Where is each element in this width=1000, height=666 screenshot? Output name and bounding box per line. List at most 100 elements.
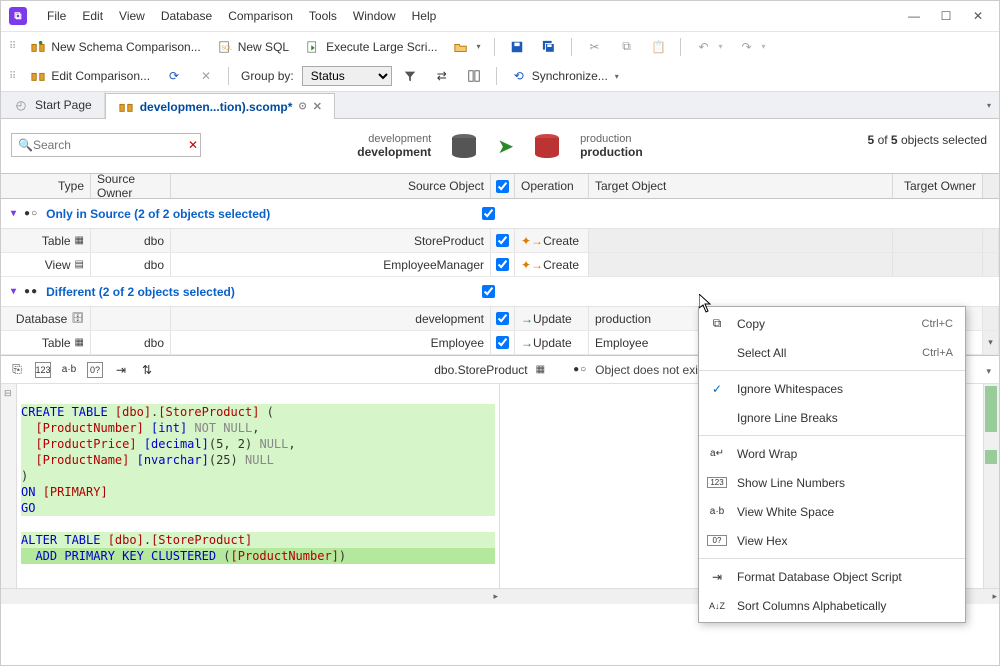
tabs-overflow-button[interactable]: ▾ [987,101,991,110]
grip-icon: ⠿ [9,41,16,52]
menu-file[interactable]: File [39,5,74,27]
menu-edit[interactable]: Edit [74,5,111,27]
layout-button[interactable] [460,65,488,87]
group-only-in-source[interactable]: ▾ ●○ Only in Source (2 of 2 objects sele… [1,199,999,229]
undo-button[interactable]: ↶▾ [689,36,728,58]
whitespace-icon[interactable]: a·b [61,362,77,378]
ctx-format-script[interactable]: ⇥ Format Database Object Script [699,562,965,591]
save-all-button[interactable] [535,36,563,58]
new-sql-button[interactable]: SQL New SQL [211,36,295,58]
ctx-show-line-numbers[interactable]: 123 Show Line Numbers [699,468,965,497]
row-checkbox[interactable] [496,312,509,325]
table-row[interactable]: Table▦ dbo StoreProduct ✦→ Create [1,229,999,253]
script-icon[interactable]: ⎘ [9,362,25,378]
col-type[interactable]: Type [1,174,91,198]
row-checkbox[interactable] [496,234,509,247]
group-label: Different (2 of 2 objects selected) [46,285,235,299]
comparison-toolbar: ⠿ Edit Comparison... ⟳ ✕ Group by: Statu… [1,61,999,91]
whitespace-icon: a·b [707,506,727,517]
close-button[interactable]: ✕ [971,9,985,23]
layout-icon [466,68,482,84]
hex-icon[interactable]: 0? [87,362,103,378]
chevron-down-icon[interactable]: ▾ [988,337,993,348]
view-icon: ▤ [75,259,84,270]
copy-button[interactable]: ⧉ [612,36,640,58]
ctx-ignore-whitespaces[interactable]: ✓ Ignore Whitespaces [699,374,965,403]
filter-button[interactable] [396,65,424,87]
sync-label: Synchronize... [532,69,608,83]
separator [699,558,965,559]
open-dropdown-button[interactable]: ▾ [447,36,486,58]
new-schema-comparison-button[interactable]: New Schema Comparison... [24,36,206,58]
ctx-view-hex[interactable]: 0? View Hex [699,526,965,555]
execute-large-script-button[interactable]: Execute Large Scri... [299,36,443,58]
filter-icon [402,68,418,84]
line-numbers-icon[interactable]: 123 [35,362,51,378]
ctx-ignore-line-breaks[interactable]: Ignore Line Breaks [699,403,965,432]
paste-button[interactable]: 📋 [644,36,672,58]
menu-window[interactable]: Window [345,5,404,27]
chevron-down-icon: ▾ [615,72,619,81]
ctx-select-all[interactable]: Select All Ctrl+A [699,338,965,367]
editor-context-menu: ⧉ Copy Ctrl+C Select All Ctrl+A ✓ Ignore… [698,306,966,623]
cut-button[interactable]: ✂ [580,36,608,58]
expand-icon: ▾ [11,208,16,219]
table-icon: ▦ [75,235,84,246]
col-target-object[interactable]: Target Object [589,174,893,198]
refresh-button[interactable]: ⟳ [160,65,188,87]
row-checkbox[interactable] [496,258,509,271]
start-page-icon: ◴ [13,97,29,113]
edit-comparison-button[interactable]: Edit Comparison... [24,65,156,87]
minimize-button[interactable]: — [907,9,921,23]
col-source-object[interactable]: Source Object [171,174,491,198]
indent-icon[interactable]: ⇥ [113,362,129,378]
status-dots-icon: ●● [24,286,38,297]
edit-comparison-label: Edit Comparison... [51,69,150,83]
fold-icon[interactable]: ⊟ [4,388,12,399]
col-include-all[interactable] [491,174,515,198]
left-object-label: dbo.StoreProduct [434,363,527,377]
new-sql-label: New SQL [238,40,289,54]
redo-button[interactable]: ↷▾ [733,36,772,58]
col-operation[interactable]: Operation [515,174,589,198]
tab-comparison-document[interactable]: developmen...tion).scomp* ⊙ ✕ [105,93,335,119]
chevron-down-icon[interactable]: ▾ [986,366,991,376]
table-row[interactable]: View▤ dbo EmployeeManager ✦→ Create [1,253,999,277]
ctx-sort-columns[interactable]: A↓Z Sort Columns Alphabetically [699,591,965,620]
sort-icon[interactable]: ⇅ [139,362,155,378]
ctx-word-wrap[interactable]: a↵ Word Wrap [699,439,965,468]
source-db-label: development development [357,133,431,159]
menu-database[interactable]: Database [153,5,220,27]
tab-close-icon[interactable]: ✕ [313,100,322,113]
create-op-icon: ✦→ [521,234,543,248]
group-checkbox[interactable] [482,207,495,220]
swap-button[interactable]: ⇄ [428,65,456,87]
source-editor[interactable]: ⊟ CREATE TABLE [dbo].[StoreProduct] ( [P… [1,384,500,588]
row-checkbox[interactable] [496,336,509,349]
search-input[interactable] [33,138,188,152]
menu-view[interactable]: View [111,5,153,27]
vertical-scrollbar[interactable] [983,384,999,588]
group-by-select[interactable]: Status [302,66,392,86]
maximize-button[interactable]: ☐ [939,9,953,23]
search-box[interactable]: 🔍 ✕ [11,133,201,157]
pin-icon[interactable]: ⊙ [298,101,306,112]
col-source-owner[interactable]: Source Owner [91,174,171,198]
save-button[interactable] [503,36,531,58]
group-by-label: Group by: [237,69,298,83]
cancel-button[interactable]: ✕ [192,65,220,87]
synchronize-button[interactable]: ⟲ Synchronize... ▾ [505,65,625,87]
ctx-view-whitespace[interactable]: a·b View White Space [699,497,965,526]
ctx-copy[interactable]: ⧉ Copy Ctrl+C [699,309,965,338]
menu-comparison[interactable]: Comparison [220,5,301,27]
group-checkbox[interactable] [482,285,495,298]
menu-help[interactable]: Help [404,5,445,27]
tab-start-page[interactable]: ◴ Start Page [1,92,105,118]
clear-search-button[interactable]: ✕ [188,138,198,152]
execute-script-label: Execute Large Scri... [326,40,437,54]
menu-tools[interactable]: Tools [301,5,345,27]
group-different[interactable]: ▾ ●● Different (2 of 2 objects selected) [1,277,999,307]
col-target-owner[interactable]: Target Owner [893,174,983,198]
update-op-icon: → [521,312,533,326]
mouse-cursor-icon [699,294,715,319]
